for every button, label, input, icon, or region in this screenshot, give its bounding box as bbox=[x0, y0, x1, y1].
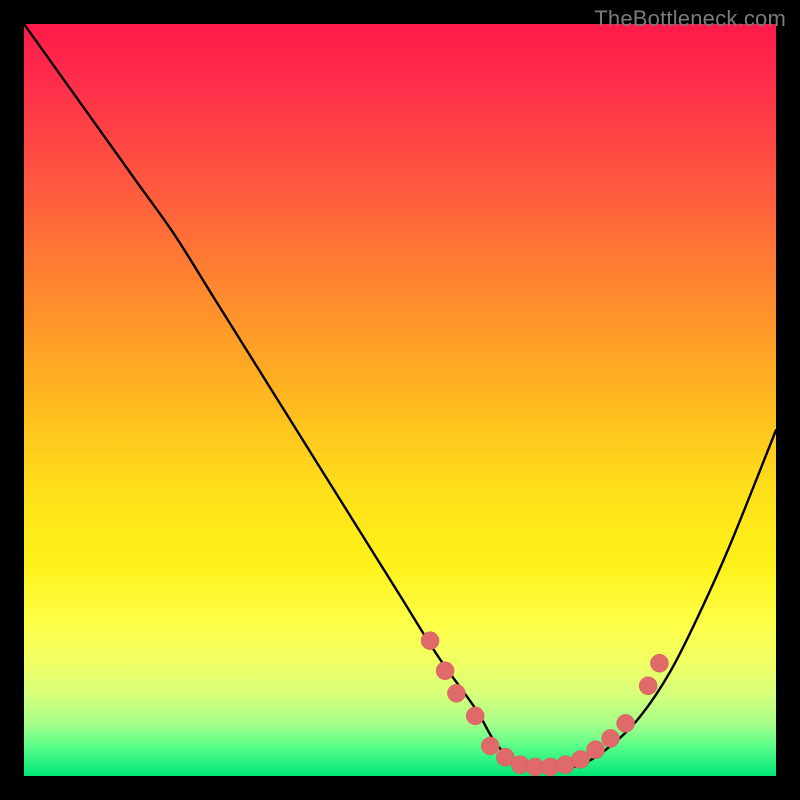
highlighted-dot bbox=[602, 729, 620, 747]
highlighted-dot bbox=[466, 707, 484, 725]
highlighted-dot bbox=[639, 677, 657, 695]
highlighted-dot bbox=[436, 662, 454, 680]
highlighted-dot bbox=[650, 654, 668, 672]
highlighted-dots-group bbox=[421, 632, 668, 776]
watermark-text: TheBottleneck.com bbox=[594, 6, 786, 32]
highlighted-dot bbox=[481, 737, 499, 755]
highlighted-dot bbox=[587, 741, 605, 759]
bottleneck-chart bbox=[24, 24, 776, 776]
highlighted-dot bbox=[421, 632, 439, 650]
highlighted-dot bbox=[571, 750, 589, 768]
highlighted-dot bbox=[447, 684, 465, 702]
highlighted-dot bbox=[617, 714, 635, 732]
chart-frame bbox=[24, 24, 776, 776]
